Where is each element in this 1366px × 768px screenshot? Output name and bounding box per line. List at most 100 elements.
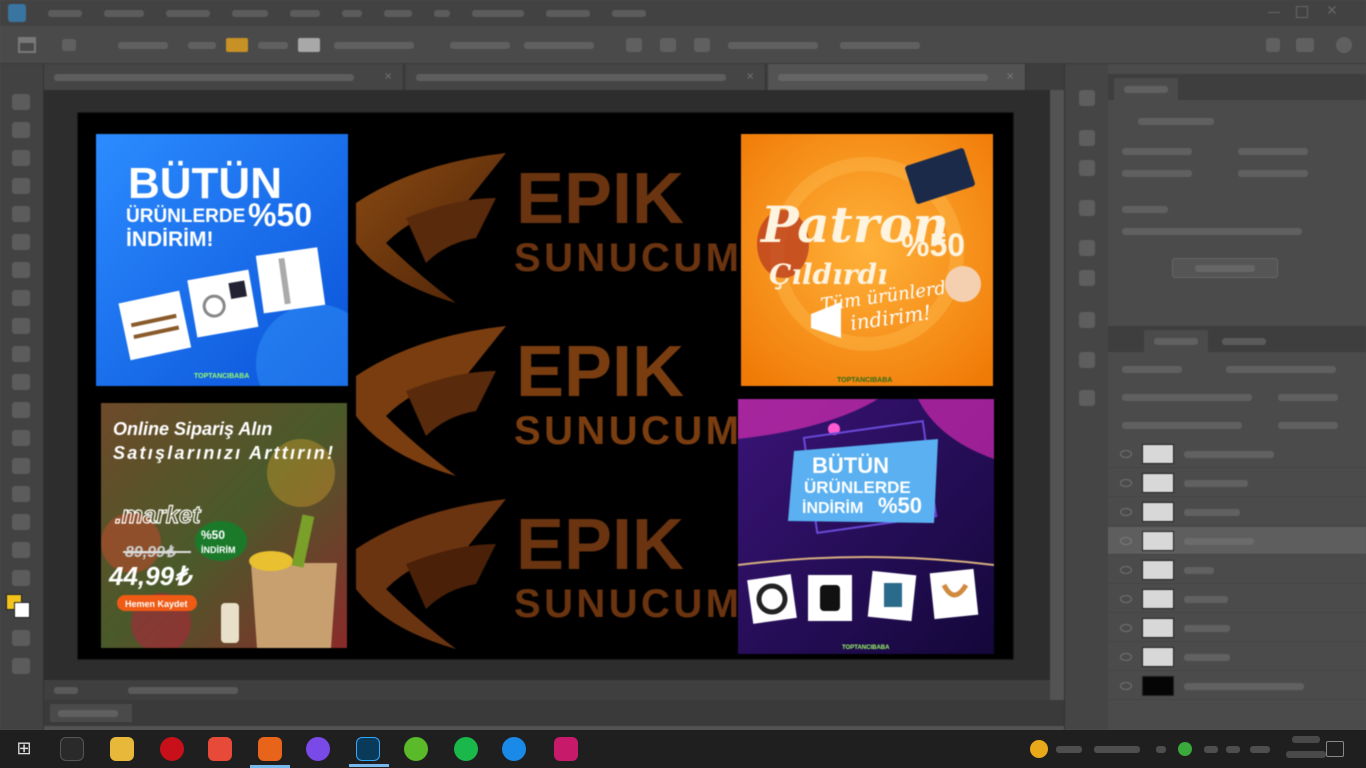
marquee-tool-icon[interactable] bbox=[12, 150, 30, 166]
blend-mode-select[interactable] bbox=[1122, 394, 1252, 401]
quick-mask-icon[interactable] bbox=[12, 630, 30, 646]
menu-item[interactable] bbox=[166, 9, 210, 17]
menu-item[interactable] bbox=[434, 9, 450, 17]
zoom-level[interactable] bbox=[54, 687, 78, 694]
close-tab-icon[interactable]: × bbox=[746, 72, 755, 82]
close-icon[interactable]: ✕ bbox=[1326, 4, 1338, 18]
width-field[interactable] bbox=[450, 42, 510, 49]
layer-row[interactable] bbox=[1108, 585, 1366, 613]
screen-mode-icon[interactable] bbox=[12, 658, 30, 674]
workspace-icon[interactable] bbox=[1296, 38, 1314, 52]
layer-row[interactable] bbox=[1108, 469, 1366, 497]
opera-icon[interactable] bbox=[160, 737, 184, 761]
history-icon[interactable] bbox=[1079, 90, 1095, 106]
visibility-eye-icon[interactable] bbox=[1120, 479, 1132, 487]
history-brush-tool-icon[interactable] bbox=[12, 374, 30, 390]
glyphs-icon[interactable] bbox=[1079, 270, 1095, 286]
weather-icon[interactable] bbox=[1030, 740, 1048, 758]
paths-icon[interactable] bbox=[1079, 312, 1095, 328]
crop-tool-icon[interactable] bbox=[12, 234, 30, 250]
dodge-tool-icon[interactable] bbox=[12, 458, 30, 474]
share-icon[interactable] bbox=[1336, 37, 1352, 53]
brush-tool-icon[interactable] bbox=[12, 318, 30, 334]
photoshop-taskbar-icon[interactable] bbox=[349, 737, 389, 767]
character-icon[interactable] bbox=[1079, 200, 1095, 216]
windows-start-icon[interactable]: ⊞ bbox=[12, 737, 36, 761]
banner-orange-patron[interactable]: Patron Çıldırdı %50 Tüm ürünlerde indiri… bbox=[741, 134, 993, 386]
search-icon[interactable] bbox=[1266, 38, 1280, 52]
pen-tool-icon[interactable] bbox=[12, 486, 30, 502]
app-icon[interactable] bbox=[306, 737, 330, 761]
visibility-eye-icon[interactable] bbox=[1120, 566, 1132, 574]
language-indicator[interactable] bbox=[1250, 746, 1270, 753]
brush-settings-icon[interactable] bbox=[1079, 130, 1095, 146]
close-tab-icon[interactable]: × bbox=[1006, 72, 1015, 82]
visibility-eye-icon[interactable] bbox=[1120, 682, 1132, 690]
banner-online-market[interactable]: Online Sipariş Alın Satışlarınızı Arttır… bbox=[101, 403, 347, 648]
close-tab-icon[interactable]: × bbox=[384, 72, 393, 82]
minimize-icon[interactable] bbox=[1268, 12, 1280, 14]
path-select-tool-icon[interactable] bbox=[12, 542, 30, 558]
banner-purple-discount[interactable]: BÜTÜN ÜRÜNLERDE İNDİRİM %50 TOPTANCIBABA bbox=[738, 399, 994, 654]
gradient-swatch[interactable] bbox=[298, 38, 320, 52]
color-swatch[interactable] bbox=[226, 38, 248, 52]
menu-item[interactable] bbox=[384, 9, 412, 17]
layer-row[interactable] bbox=[1108, 614, 1366, 642]
healing-tool-icon[interactable] bbox=[12, 290, 30, 306]
menu-item[interactable] bbox=[48, 9, 82, 17]
brush-size-field[interactable] bbox=[118, 42, 168, 49]
menu-item[interactable] bbox=[342, 9, 362, 17]
layer-filter-icons[interactable] bbox=[1226, 366, 1336, 373]
layer-row[interactable] bbox=[1108, 672, 1366, 700]
document-info[interactable] bbox=[128, 687, 238, 694]
file-explorer-icon[interactable] bbox=[110, 737, 134, 761]
document-tab[interactable]: × bbox=[406, 64, 766, 90]
tray-app-icon[interactable] bbox=[1178, 742, 1192, 756]
tab-layers[interactable] bbox=[1144, 330, 1208, 352]
height-field[interactable] bbox=[524, 42, 594, 49]
app-icon[interactable] bbox=[554, 737, 578, 761]
maximize-icon[interactable] bbox=[1296, 6, 1308, 18]
visibility-eye-icon[interactable] bbox=[1120, 624, 1132, 632]
home-icon[interactable] bbox=[18, 37, 36, 53]
layer-row[interactable] bbox=[1108, 527, 1366, 555]
layer-row[interactable] bbox=[1108, 498, 1366, 526]
taskbar-clock[interactable] bbox=[1286, 736, 1326, 766]
visibility-eye-icon[interactable] bbox=[1120, 450, 1132, 458]
app-icon[interactable] bbox=[404, 737, 428, 761]
menu-item[interactable] bbox=[232, 9, 268, 17]
move-tool-icon[interactable] bbox=[12, 94, 30, 110]
eraser-tool-icon[interactable] bbox=[12, 402, 30, 418]
quick-select-tool-icon[interactable] bbox=[12, 206, 30, 222]
visibility-eye-icon[interactable] bbox=[1120, 595, 1132, 603]
spotify-icon[interactable] bbox=[454, 737, 478, 761]
hand-tool-icon[interactable] bbox=[12, 570, 30, 586]
arrange-icon[interactable] bbox=[660, 38, 676, 52]
layer-filter-field[interactable] bbox=[1122, 366, 1182, 373]
lock-icons[interactable] bbox=[1122, 422, 1242, 429]
paragraph-icon[interactable] bbox=[1079, 240, 1095, 256]
timeline-panel-tab[interactable] bbox=[44, 700, 1064, 726]
stamp-tool-icon[interactable] bbox=[12, 346, 30, 362]
tool-preset-icon[interactable] bbox=[62, 39, 76, 51]
app-icon[interactable] bbox=[250, 737, 290, 768]
swatches-icon[interactable] bbox=[1079, 352, 1095, 368]
document-tab-active[interactable]: × bbox=[768, 64, 1026, 90]
layer-row[interactable] bbox=[1108, 556, 1366, 584]
edge-icon[interactable] bbox=[502, 737, 526, 761]
align-icon[interactable] bbox=[626, 38, 642, 52]
menu-item[interactable] bbox=[472, 9, 524, 17]
lasso-tool-icon[interactable] bbox=[12, 178, 30, 194]
gradient-tool-icon[interactable] bbox=[12, 430, 30, 446]
document-tab[interactable]: × bbox=[44, 64, 404, 90]
artboard-tool-icon[interactable] bbox=[12, 122, 30, 138]
background-color-swatch[interactable] bbox=[14, 602, 30, 618]
tab-channels[interactable] bbox=[1212, 330, 1276, 352]
visibility-eye-icon[interactable] bbox=[1120, 508, 1132, 516]
properties-action-button[interactable] bbox=[1172, 258, 1278, 278]
opacity-field[interactable] bbox=[1278, 394, 1338, 401]
tray-chevron-icon[interactable] bbox=[1156, 746, 1166, 753]
eyedropper-tool-icon[interactable] bbox=[12, 262, 30, 278]
network-icon[interactable] bbox=[1204, 746, 1218, 753]
task-view-icon[interactable] bbox=[60, 737, 84, 761]
